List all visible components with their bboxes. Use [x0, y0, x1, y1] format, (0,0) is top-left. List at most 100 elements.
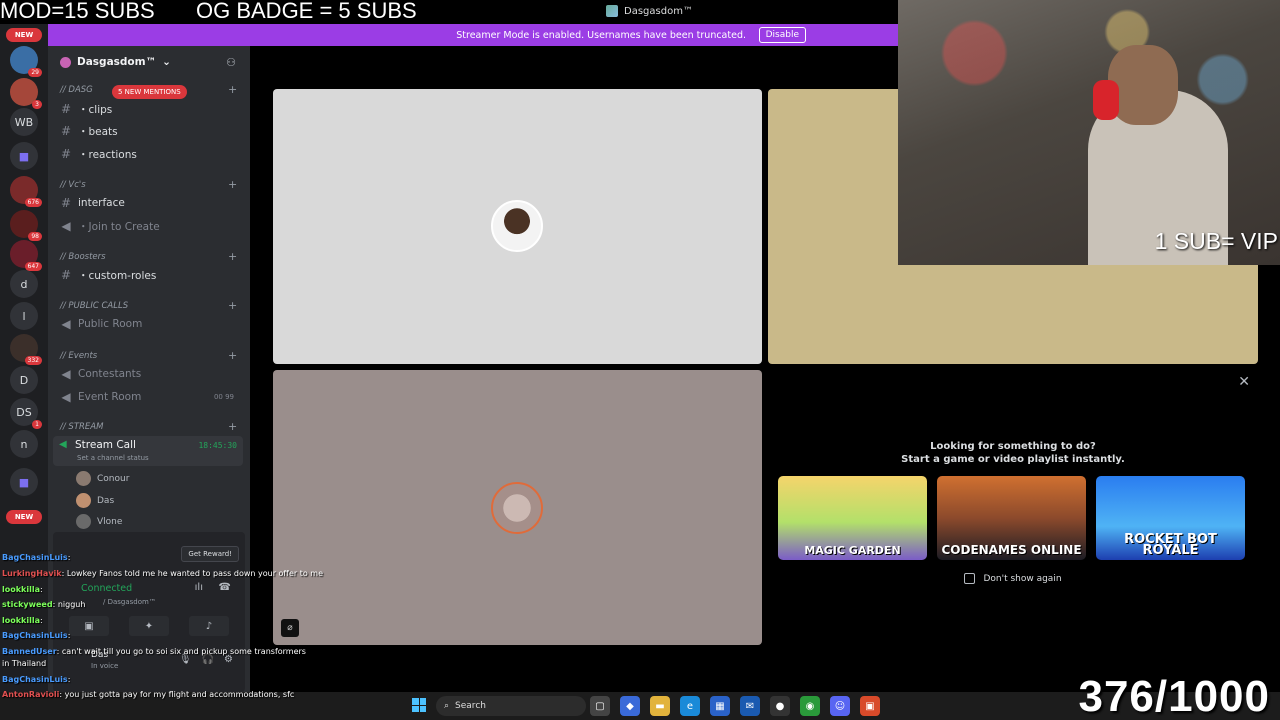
- hash-icon: #: [60, 124, 72, 138]
- add-channel-icon[interactable]: +: [228, 420, 237, 433]
- hash-icon: #: [60, 196, 72, 210]
- category-public-calls[interactable]: // PUBLIC CALLS +: [60, 299, 237, 312]
- server-item-ds[interactable]: DS 1: [10, 398, 42, 429]
- add-channel-icon[interactable]: +: [228, 178, 237, 191]
- channel-contestants[interactable]: ◀ Contestants: [60, 364, 246, 384]
- chat-line: BagChasinLuis:: [2, 675, 71, 684]
- voice-member[interactable]: Conour: [76, 471, 129, 486]
- chrome-icon[interactable]: ◉: [800, 696, 820, 716]
- participant-avatar: [491, 482, 543, 534]
- server-item[interactable]: 98: [10, 210, 42, 241]
- discord-icon[interactable]: ☺: [830, 696, 850, 716]
- chat-line: lookkilla:: [2, 585, 43, 594]
- add-channel-icon[interactable]: +: [228, 299, 237, 312]
- channel-beats[interactable]: # ・beats: [60, 121, 246, 141]
- avatar: [76, 514, 91, 529]
- file-explorer-icon[interactable]: ▬: [650, 696, 670, 716]
- add-channel-icon[interactable]: +: [228, 250, 237, 263]
- server-item-d[interactable]: d: [10, 270, 38, 298]
- server-item-l[interactable]: l: [10, 302, 38, 330]
- chat-line: BagChasinLuis:: [2, 631, 71, 640]
- stream-screen: MOD=15 SUBS OG BADGE = 5 SUBS Dasgasdom™…: [0, 0, 1280, 720]
- server-item[interactable]: 676: [10, 176, 42, 207]
- mod-sub-text: MOD=15 SUBS: [0, 0, 155, 23]
- activity-card-codenames[interactable]: CODENAMES ONLINE: [937, 476, 1086, 560]
- server-avatar-icon: [60, 56, 71, 68]
- chat-line: LurkingHavik: Lowkey Fanos told me he wa…: [2, 569, 323, 578]
- activity-card-magic-garden[interactable]: MAGIC GARDEN: [778, 476, 927, 560]
- streamer-mode-banner: Streamer Mode is enabled. Usernames have…: [48, 24, 898, 46]
- server-item-D[interactable]: D: [10, 366, 38, 394]
- window-title: Dasgasdom™: [606, 5, 693, 17]
- event-room-counts: 00 99: [213, 393, 234, 401]
- category-dasg[interactable]: // DASG +: [60, 83, 237, 96]
- server-item-wb[interactable]: WB: [10, 108, 38, 136]
- category-events[interactable]: // Events +: [60, 349, 237, 362]
- add-member-icon[interactable]: ⚇: [226, 56, 236, 69]
- search-icon: ⌕: [444, 701, 450, 711]
- channel-clips[interactable]: # ・clips: [60, 99, 246, 119]
- close-icon[interactable]: ✕: [1238, 374, 1250, 390]
- server-header[interactable]: Dasgasdom™ ⌄ ⚇: [48, 46, 250, 78]
- voice-member[interactable]: Vlone: [76, 514, 122, 529]
- channel-interface[interactable]: # interface: [60, 193, 246, 213]
- folder-icon[interactable]: ■: [10, 468, 38, 496]
- taskbar-search[interactable]: ⌕ Search: [436, 696, 586, 716]
- app-icon[interactable]: ●: [770, 696, 790, 716]
- activity-cards: MAGIC GARDEN CODENAMES ONLINE ROCKET BOT…: [778, 476, 1248, 560]
- chat-line: in Thailand: [2, 659, 47, 668]
- participant-tile[interactable]: [273, 89, 762, 364]
- server-item[interactable]: 647: [10, 240, 42, 271]
- app-icon[interactable]: ▣: [860, 696, 880, 716]
- category-vcs[interactable]: // Vc's +: [60, 178, 237, 191]
- participant-avatar: [491, 200, 543, 252]
- channel-join-to-create[interactable]: ◀ ・Join to Create: [60, 216, 246, 236]
- stream-call-time: 18:45:30: [198, 441, 237, 450]
- channel-custom-roles[interactable]: # ・custom-roles: [60, 265, 246, 285]
- edge-icon[interactable]: e: [680, 696, 700, 716]
- add-channel-icon[interactable]: +: [228, 83, 237, 96]
- headphones-graphic: [1093, 80, 1119, 120]
- channel-event-room[interactable]: ◀ Event Room 00 99: [60, 387, 246, 407]
- channel-reactions[interactable]: # ・reactions: [60, 144, 246, 164]
- channel-stream-call[interactable]: ◀ Stream Call 18:45:30 Set a channel sta…: [53, 436, 243, 466]
- outlook-icon[interactable]: ✉: [740, 696, 760, 716]
- speaker-icon: ◀: [59, 439, 67, 450]
- window-title-label: Dasgasdom™: [624, 5, 693, 17]
- voice-member[interactable]: Das: [76, 493, 114, 508]
- hash-icon: #: [60, 268, 72, 282]
- add-channel-icon[interactable]: +: [228, 349, 237, 362]
- server-item[interactable]: 332: [10, 334, 42, 365]
- webcam-feed: 1 SUB= VIP: [898, 0, 1280, 265]
- chat-line: stickyweed: nigguh: [2, 600, 86, 609]
- sub-goal-counter: 376/1000: [1078, 672, 1270, 720]
- server-item[interactable]: 29: [10, 46, 42, 77]
- speaker-icon: ◀: [61, 317, 71, 331]
- windows-start-icon[interactable]: [412, 698, 426, 712]
- server-item[interactable]: 3: [10, 78, 42, 109]
- dont-show-again[interactable]: Don't show again: [768, 573, 1258, 584]
- folder-icon[interactable]: ■: [10, 142, 38, 170]
- new-mentions-pill[interactable]: 5 NEW MENTIONS: [112, 85, 187, 99]
- activity-card-rocket-bot-royale[interactable]: ROCKET BOT ROYALE: [1096, 476, 1245, 560]
- category-stream[interactable]: // STREAM +: [60, 420, 237, 433]
- taskbar-apps: ▢ ◆ ▬ e ▦ ✉ ● ◉ ☺ ▣: [590, 696, 880, 716]
- new-badge-top: NEW: [6, 28, 42, 42]
- streamer-mode-message: Streamer Mode is enabled. Usernames have…: [456, 29, 746, 41]
- app-icon[interactable]: ◆: [620, 696, 640, 716]
- task-view-icon[interactable]: ▢: [590, 696, 610, 716]
- dont-show-checkbox[interactable]: [964, 573, 976, 584]
- server-icon: [606, 5, 618, 17]
- channel-public-room[interactable]: ◀ Public Room: [60, 314, 246, 334]
- chat-line: BagChasinLuis:: [2, 553, 71, 562]
- disable-streamer-mode-button[interactable]: Disable: [758, 27, 806, 43]
- store-icon[interactable]: ▦: [710, 696, 730, 716]
- new-badge-bottom: NEW: [6, 510, 42, 524]
- category-boosters[interactable]: // Boosters +: [60, 250, 237, 263]
- channel-status[interactable]: Set a channel status: [77, 454, 149, 462]
- participant-tile-speaking[interactable]: ⌀: [273, 370, 762, 645]
- server-name: Dasgasdom™: [77, 56, 157, 68]
- avatar: [76, 471, 91, 486]
- server-item-n[interactable]: n: [10, 430, 38, 458]
- activity-suggestion-panel: ✕ Looking for something to do? Start a g…: [768, 370, 1258, 645]
